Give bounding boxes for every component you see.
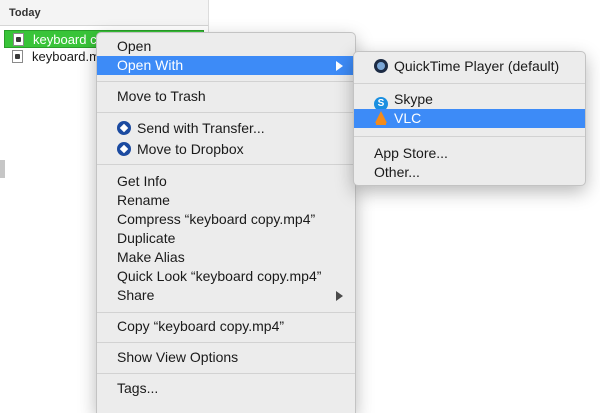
menu-separator [97,342,355,343]
menu-item-quick-look[interactable]: Quick Look “keyboard copy.mp4” [97,267,355,286]
menu-separator [97,373,355,374]
menu-item-tags[interactable]: Tags... [97,379,355,398]
submenu-item-quicktime[interactable]: QuickTime Player (default) [354,57,585,76]
menu-item-duplicate[interactable]: Duplicate [97,229,355,248]
menu-separator [354,83,585,84]
column-divider [208,0,209,22]
menu-separator [354,136,585,137]
submenu-item-skype[interactable]: S Skype [354,90,585,111]
dropbox-icon [117,142,131,156]
video-file-icon [13,33,24,46]
vlc-icon [374,111,388,125]
submenu-item-vlc[interactable]: VLC [354,109,585,128]
submenu-item-app-store[interactable]: App Store... [354,144,585,163]
context-menu: Open Open With Move to Trash Send with T… [96,32,356,413]
submenu-arrow-icon [336,61,343,71]
quicktime-icon [374,59,388,73]
menu-separator [97,81,355,82]
menu-separator [97,164,355,165]
menu-item-move-to-dropbox[interactable]: Move to Dropbox [97,140,355,159]
menu-item-label: Move to Dropbox [137,141,244,157]
menu-separator [97,312,355,313]
open-with-submenu: QuickTime Player (default) S Skype VLC Ap… [353,51,586,186]
menu-item-show-view-options[interactable]: Show View Options [97,348,355,367]
menu-item-rename[interactable]: Rename [97,191,355,210]
menu-item-label: QuickTime Player (default) [394,58,560,74]
menu-item-label: Send with Transfer... [137,120,265,136]
menu-item-label: Skype [394,91,433,107]
menu-item-label: VLC [394,110,422,126]
menu-item-label: Share [117,287,155,303]
menu-item-make-alias[interactable]: Make Alias [97,248,355,267]
menu-item-get-info[interactable]: Get Info [97,172,355,191]
menu-item-copy[interactable]: Copy “keyboard copy.mp4” [97,317,355,336]
menu-item-share[interactable]: Share [97,286,355,305]
menu-item-open[interactable]: Open [97,37,355,56]
menu-item-move-to-trash[interactable]: Move to Trash [97,87,355,106]
menu-item-send-with-transfer[interactable]: Send with Transfer... [97,119,355,138]
menu-separator [97,112,355,113]
list-header-today: Today [0,0,208,26]
sidebar-edge-tab [0,160,5,178]
submenu-arrow-icon [336,291,343,301]
video-file-icon [12,50,23,63]
menu-item-label: Open With [117,57,184,73]
menu-item-compress[interactable]: Compress “keyboard copy.mp4” [97,210,355,229]
dropbox-icon [117,121,131,135]
submenu-item-other[interactable]: Other... [354,163,585,182]
menu-item-open-with[interactable]: Open With [97,56,355,75]
